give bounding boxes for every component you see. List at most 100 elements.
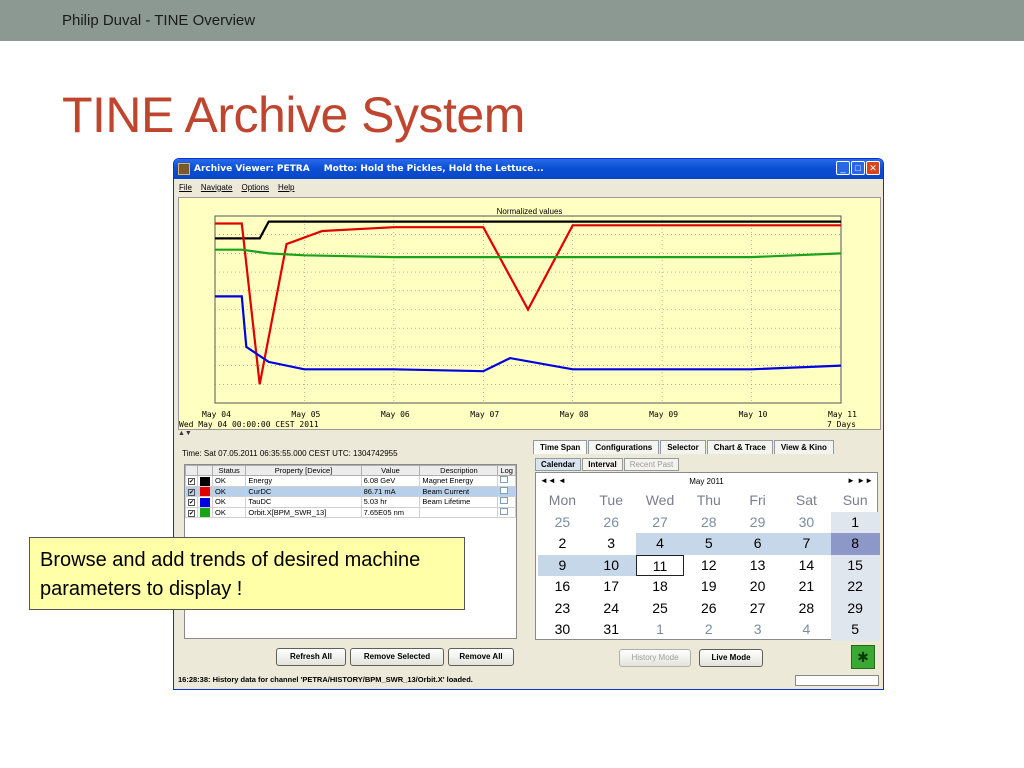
- table-cell: Beam Lifetime: [419, 496, 499, 508]
- calendar-day[interactable]: 11: [635, 554, 685, 576]
- slide-title: TINE Archive System: [62, 87, 525, 143]
- tab-selector[interactable]: Selector: [660, 440, 706, 454]
- table-row[interactable]: ✔ OK Orbit.X[BPM_SWR_13] 7.65E05 nm: [185, 506, 516, 519]
- archive-viewer-window: Archive Viewer: PETRA Motto: Hold the Pi…: [173, 158, 884, 690]
- table-cell: Energy: [245, 475, 362, 487]
- menu-options[interactable]: Options: [241, 183, 269, 192]
- table-row[interactable]: ✔ OK CurDC 86.71 mA Beam Current: [185, 485, 516, 498]
- column-header[interactable]: Property [Device]: [245, 465, 362, 476]
- row-checkbox[interactable]: ✔: [188, 499, 195, 507]
- calendar-day[interactable]: 29: [830, 597, 880, 619]
- calendar-day[interactable]: 19: [684, 576, 733, 598]
- collapse-arrows-icon[interactable]: ▲▼: [178, 430, 192, 437]
- calendar-day[interactable]: 26: [684, 598, 733, 620]
- x-tick-label: May 05: [291, 410, 321, 419]
- subtab-recent-past[interactable]: Recent Past: [623, 458, 680, 471]
- calendar-day[interactable]: 2: [684, 619, 733, 641]
- row-checkbox[interactable]: ✔: [188, 509, 195, 517]
- menu-file[interactable]: File: [179, 183, 192, 192]
- minimize-icon[interactable]: _: [836, 161, 850, 175]
- table-cell: OK: [211, 475, 247, 487]
- calendar-day[interactable]: 10: [586, 554, 636, 576]
- trend-chart[interactable]: Normalized values May 04 May 05 May 06 May …: [178, 197, 881, 430]
- calendar-day[interactable]: 1: [636, 619, 685, 641]
- calendar-day[interactable]: 20: [733, 576, 782, 598]
- status-bar: 16:28:38: History data for channel 'PETR…: [178, 675, 881, 687]
- calendar-day[interactable]: 29: [733, 512, 782, 534]
- calendar-day[interactable]: 16: [538, 576, 587, 598]
- series-line-1: [215, 222, 841, 385]
- live-mode-button[interactable]: Live Mode: [699, 649, 763, 667]
- calendar-day[interactable]: 23: [538, 598, 587, 620]
- column-header[interactable]: [185, 465, 198, 476]
- calendar-day[interactable]: 7: [781, 533, 831, 555]
- close-icon[interactable]: ✕: [866, 161, 880, 175]
- calendar-day[interactable]: 18: [636, 576, 685, 598]
- table-row[interactable]: ✔ OK Energy 6.08 GeV Magnet Energy: [185, 475, 516, 487]
- calendar-day[interactable]: 28: [782, 598, 831, 620]
- window-titlebar[interactable]: Archive Viewer: PETRA Motto: Hold the Pi…: [174, 159, 883, 179]
- calendar-day[interactable]: 30: [782, 512, 831, 534]
- calendar-day[interactable]: 24: [587, 598, 636, 620]
- calendar-day[interactable]: 17: [587, 576, 636, 598]
- spider-icon[interactable]: ✱: [851, 645, 875, 669]
- history-mode-button[interactable]: History Mode: [619, 649, 691, 667]
- calendar-day[interactable]: 15: [830, 554, 880, 576]
- calendar: ◄◄ ◄ May 2011 ► ►► Mon Tue Wed Thu Fri Sat Sun…: [535, 472, 880, 641]
- table-cell: [419, 506, 499, 519]
- tab-chart-trace[interactable]: Chart & Trace: [706, 440, 773, 454]
- log-checkbox[interactable]: [500, 486, 509, 494]
- column-header[interactable]: Value: [360, 465, 421, 476]
- log-checkbox[interactable]: [500, 476, 509, 484]
- table-cell: 7.65E05 nm: [360, 506, 421, 519]
- menu-help[interactable]: Help: [278, 183, 294, 192]
- calendar-day[interactable]: 2: [538, 533, 587, 555]
- maximize-icon[interactable]: □: [851, 161, 865, 175]
- calendar-day[interactable]: 4: [635, 533, 685, 555]
- calendar-day[interactable]: 1: [830, 511, 880, 533]
- calendar-day[interactable]: 3: [587, 533, 636, 555]
- calendar-day[interactable]: 22: [830, 576, 880, 598]
- subtab-interval[interactable]: Interval: [582, 458, 623, 471]
- calendar-day[interactable]: 12: [684, 555, 733, 577]
- calendar-day[interactable]: 13: [733, 555, 782, 577]
- calendar-day[interactable]: 27: [636, 512, 685, 534]
- tab-view-kino[interactable]: View & Kino: [773, 440, 834, 454]
- calendar-day[interactable]: 25: [636, 598, 685, 620]
- remove-all-button[interactable]: Remove All: [448, 648, 514, 666]
- tab-time-span[interactable]: Time Span: [533, 440, 588, 454]
- calendar-day[interactable]: 31: [587, 619, 636, 641]
- table-row[interactable]: ✔ OK TauDC 5.03 hr Beam Lifetime: [185, 496, 516, 508]
- calendar-day[interactable]: 28: [684, 512, 733, 534]
- calendar-day[interactable]: 30: [538, 619, 587, 641]
- column-header[interactable]: Description: [419, 465, 499, 476]
- tab-configurations[interactable]: Configurations: [588, 440, 660, 454]
- log-checkbox[interactable]: [500, 507, 509, 515]
- calendar-day[interactable]: 6: [733, 533, 782, 555]
- calendar-day[interactable]: 3: [733, 619, 782, 641]
- calendar-day[interactable]: 25: [538, 512, 587, 534]
- refresh-all-button[interactable]: Refresh All: [276, 648, 346, 666]
- calendar-day[interactable]: 4: [782, 619, 831, 641]
- column-header[interactable]: Status: [211, 465, 247, 476]
- calendar-day[interactable]: 21: [782, 576, 831, 598]
- log-checkbox[interactable]: [500, 497, 509, 505]
- calendar-day[interactable]: 5: [830, 619, 880, 641]
- calendar-day[interactable]: 9: [538, 554, 587, 576]
- menu-navigate[interactable]: Navigate: [201, 183, 233, 192]
- calendar-day[interactable]: 14: [782, 555, 831, 577]
- calendar-day[interactable]: 5: [684, 533, 734, 555]
- calendar-day[interactable]: 27: [733, 598, 782, 620]
- status-text: 16:28:38: History data for channel 'PETR…: [178, 675, 473, 684]
- column-header[interactable]: Log: [497, 465, 516, 476]
- subtab-calendar[interactable]: Calendar: [535, 458, 582, 471]
- column-header[interactable]: [197, 465, 213, 476]
- calendar-day[interactable]: 8: [830, 533, 880, 555]
- app-icon: [178, 163, 190, 175]
- row-checkbox[interactable]: ✔: [188, 478, 195, 486]
- next-month-icon[interactable]: ► ►►: [847, 476, 873, 485]
- remove-selected-button[interactable]: Remove Selected: [350, 648, 444, 666]
- row-checkbox[interactable]: ✔: [188, 488, 195, 496]
- calendar-day[interactable]: 26: [587, 512, 636, 534]
- progress-bar: [795, 675, 879, 686]
